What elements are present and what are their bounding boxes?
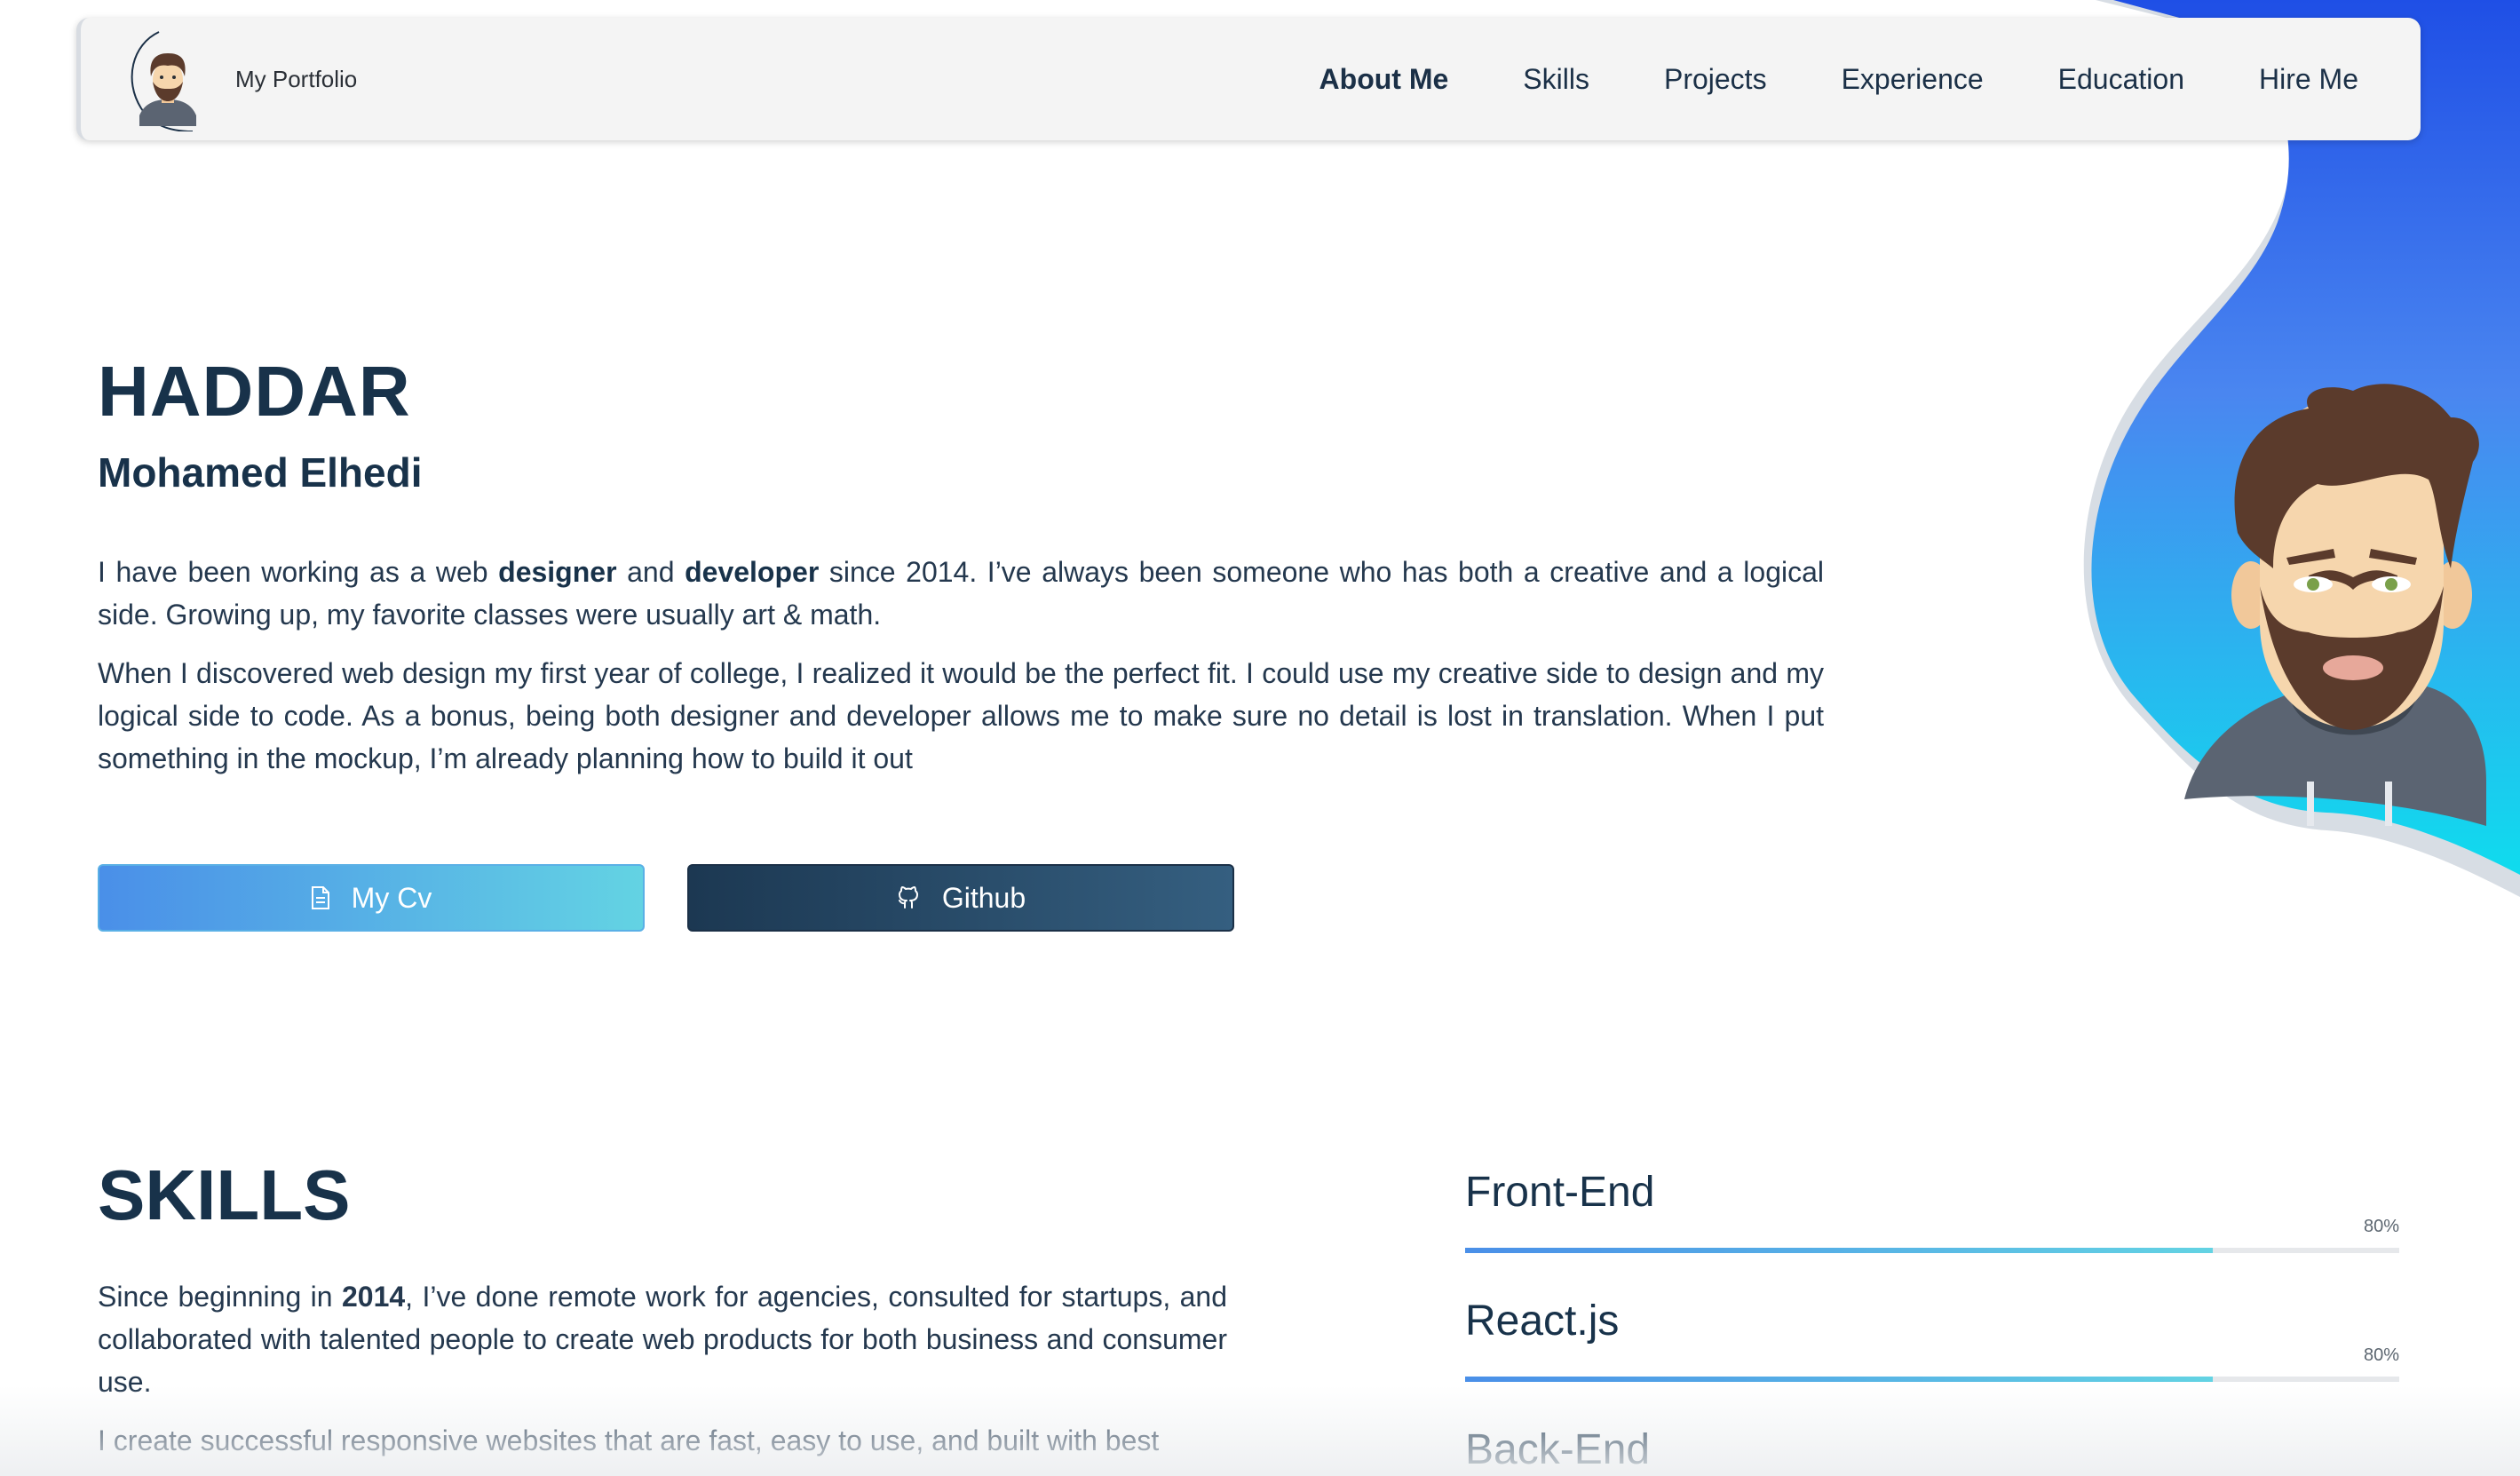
skill-react: React.js 80% xyxy=(1465,1297,2399,1382)
portfolio-page: My Portfolio About Me Skills Projects Ex… xyxy=(0,0,2520,1476)
nav-link-skills[interactable]: Skills xyxy=(1523,63,1589,96)
hero-first-name: Mohamed Elhedi xyxy=(98,449,423,496)
skill-name: React.js xyxy=(1465,1297,1620,1345)
my-cv-label: My Cv xyxy=(351,881,432,914)
top-navbar: My Portfolio About Me Skills Projects Ex… xyxy=(76,18,2421,140)
about-p1-text-c: and xyxy=(616,556,685,588)
skills-paragraph-1: Since beginning in 2014, I’ve done remot… xyxy=(98,1275,1227,1403)
skill-name: Back-End xyxy=(1465,1426,1651,1473)
skill-progress-fill xyxy=(1465,1377,2213,1382)
skill-name: Front-End xyxy=(1465,1169,1655,1216)
nav-link-about-me[interactable]: About Me xyxy=(1319,63,1449,96)
my-cv-button[interactable]: My Cv xyxy=(98,864,645,932)
brand-name: My Portfolio xyxy=(235,65,358,92)
about-paragraph-2: When I discovered web design my first ye… xyxy=(98,657,1824,774)
skill-front-end: Front-End 80% xyxy=(1465,1168,2399,1253)
nav-link-hire-me[interactable]: Hire Me xyxy=(2259,63,2358,96)
nav-link-experience[interactable]: Experience xyxy=(1842,63,1984,96)
brand[interactable]: My Portfolio xyxy=(115,27,357,131)
about-p1-text-a: I have been working as a web xyxy=(98,556,499,588)
about-paragraph-1: I have been working as a web designer an… xyxy=(98,551,1824,636)
nav-links: About Me Skills Projects Experience Educ… xyxy=(1245,18,2358,140)
github-button[interactable]: Github xyxy=(687,864,1234,932)
skills-text: Since beginning in 2014, I’ve done remot… xyxy=(98,1275,1227,1476)
about-p1-bold-developer: developer xyxy=(685,556,820,588)
skill-progress-fill xyxy=(1465,1248,2213,1253)
skill-back-end: Back-End xyxy=(1465,1425,2399,1474)
skills-p1-bold-year: 2014 xyxy=(341,1281,406,1313)
skills-title: SKILLS xyxy=(98,1155,351,1234)
nav-link-projects[interactable]: Projects xyxy=(1664,63,1767,96)
about-text: I have been working as a web designer an… xyxy=(98,551,1824,796)
skill-percent: 80% xyxy=(2363,1217,2399,1236)
skills-paragraph-2: I create successful responsive websites … xyxy=(98,1424,1160,1456)
skill-progress-track xyxy=(1465,1377,2399,1382)
brand-avatar-icon xyxy=(131,31,196,131)
github-icon xyxy=(896,885,921,910)
document-icon xyxy=(311,886,330,909)
avatar-illustration xyxy=(2184,384,2486,826)
about-p1-bold-designer: designer xyxy=(498,556,617,588)
skill-percent: 80% xyxy=(2363,1345,2399,1365)
hero-last-name: HADDAR xyxy=(98,352,411,431)
github-label: Github xyxy=(941,881,1026,914)
skills-p1-text-a: Since beginning in xyxy=(98,1281,342,1313)
skill-progress-track xyxy=(1465,1248,2399,1253)
nav-link-education[interactable]: Education xyxy=(2058,63,2184,96)
